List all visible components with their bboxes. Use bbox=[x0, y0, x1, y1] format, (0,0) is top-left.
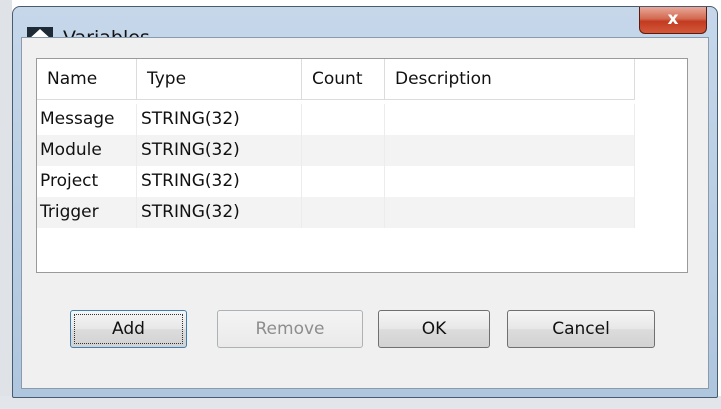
cell-name: Trigger bbox=[37, 197, 137, 228]
ok-button-label: OK bbox=[421, 319, 447, 339]
close-icon: x bbox=[667, 9, 679, 29]
column-header-type[interactable]: Type bbox=[137, 59, 302, 99]
table-row[interactable]: Module STRING(32) bbox=[37, 135, 637, 166]
cell-count bbox=[302, 197, 385, 228]
cell-description bbox=[385, 197, 635, 228]
cell-description bbox=[385, 104, 635, 135]
column-header-description[interactable]: Description bbox=[385, 59, 635, 99]
add-button[interactable]: Add bbox=[70, 310, 187, 348]
cell-type: STRING(32) bbox=[137, 166, 302, 197]
table-row[interactable]: Project STRING(32) bbox=[37, 166, 637, 197]
cell-type: STRING(32) bbox=[137, 135, 302, 166]
cell-name: Message bbox=[37, 104, 137, 135]
table-row[interactable]: Trigger STRING(32) bbox=[37, 197, 637, 228]
cell-type: STRING(32) bbox=[137, 197, 302, 228]
close-button[interactable]: x bbox=[639, 7, 707, 34]
cancel-button-label: Cancel bbox=[552, 319, 610, 339]
cancel-button[interactable]: Cancel bbox=[507, 310, 655, 348]
cell-count bbox=[302, 135, 385, 166]
cell-count bbox=[302, 166, 385, 197]
table-body: Message STRING(32) Module STRING(32) Pro… bbox=[37, 104, 637, 228]
cell-description bbox=[385, 135, 635, 166]
ok-button[interactable]: OK bbox=[378, 310, 490, 348]
cell-description bbox=[385, 166, 635, 197]
column-header-name[interactable]: Name bbox=[37, 59, 137, 99]
focus-rectangle bbox=[74, 314, 183, 344]
column-header-count[interactable]: Count bbox=[302, 59, 385, 99]
cell-type: STRING(32) bbox=[137, 104, 302, 135]
variables-table[interactable]: Name Type Count Description Message STRI… bbox=[36, 58, 688, 273]
cell-name: Module bbox=[37, 135, 137, 166]
cell-name: Project bbox=[37, 166, 137, 197]
table-header: Name Type Count Description bbox=[37, 59, 635, 100]
table-row[interactable]: Message STRING(32) bbox=[37, 104, 637, 135]
cell-count bbox=[302, 104, 385, 135]
remove-button-label: Remove bbox=[255, 319, 325, 339]
background-left bbox=[0, 0, 12, 409]
remove-button[interactable]: Remove bbox=[217, 310, 363, 348]
